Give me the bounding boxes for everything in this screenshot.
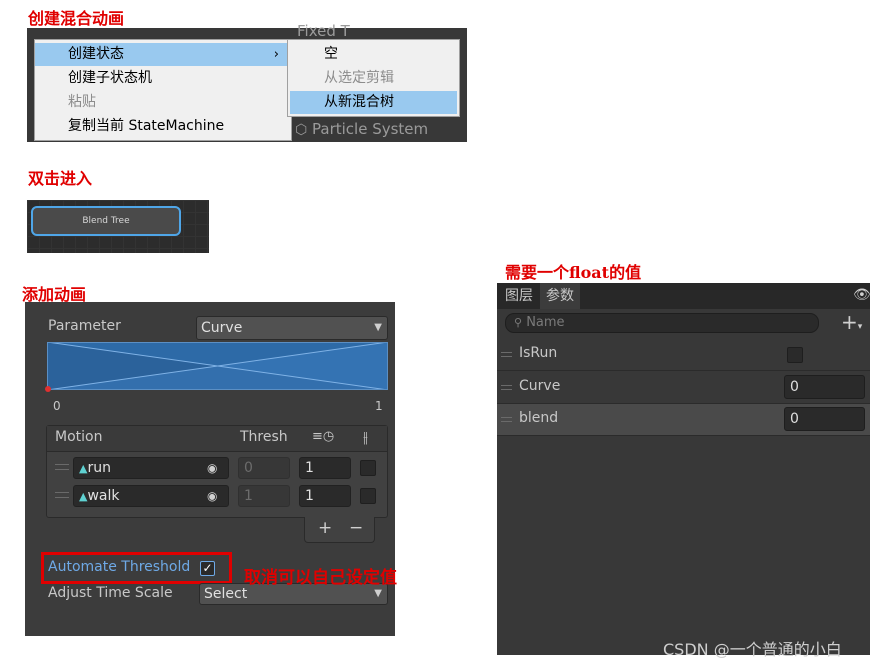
eye-icon[interactable]: 👁 xyxy=(853,287,871,303)
motion-name: run xyxy=(87,460,111,476)
submenu-item-label: 空 xyxy=(324,46,338,62)
parameters-panel: 图层 参数 👁 ⚲ Name +▾ IsRun Curve 0 blend 0 xyxy=(497,283,871,655)
search-icon: ⚲ xyxy=(514,316,523,329)
object-picker-icon[interactable]: ◉ xyxy=(207,489,217,503)
search-input[interactable]: ⚲ Name xyxy=(505,313,819,333)
motion-field[interactable]: ▲run xyxy=(73,457,229,479)
menu-item-copy-state-machine[interactable]: 复制当前 StateMachine xyxy=(35,115,291,138)
menu-item-create-state[interactable]: 创建状态 › xyxy=(35,43,291,66)
submenu-item-from-new-blend-tree[interactable]: 从新混合树 xyxy=(290,91,457,114)
title-create-blend: 创建混合动画 xyxy=(28,9,125,28)
submenu-item-label: 从新混合树 xyxy=(324,94,394,110)
mirror-checkbox[interactable] xyxy=(360,488,376,504)
adjust-time-scale-label: Adjust Time Scale xyxy=(48,585,173,601)
time-scale-field[interactable]: 1 xyxy=(299,485,351,507)
parameter-value: Curve xyxy=(201,320,243,336)
tab-bar: 图层 参数 👁 xyxy=(497,283,871,309)
submenu: 空 从选定剪辑 从新混合树 xyxy=(287,39,460,117)
submenu-item-label: 从选定剪辑 xyxy=(324,70,394,86)
blend-graph xyxy=(47,342,388,390)
parameter-value-field[interactable]: 0 xyxy=(784,375,865,399)
tab-parameters[interactable]: 参数 xyxy=(540,283,580,309)
submenu-item-empty[interactable]: 空 xyxy=(290,43,457,66)
parameter-row-blend[interactable]: blend 0 xyxy=(497,404,870,436)
drag-handle-icon[interactable] xyxy=(501,385,512,390)
time-scale-field[interactable]: 1 xyxy=(299,457,351,479)
mirror-checkbox[interactable] xyxy=(360,460,376,476)
motion-name: walk xyxy=(87,488,120,504)
col-motion: Motion xyxy=(55,429,103,445)
object-picker-icon[interactable]: ◉ xyxy=(207,461,217,475)
note-uncheck: 取消可以自己设定值 xyxy=(244,568,397,588)
parameter-value-field[interactable]: 0 xyxy=(784,407,865,431)
title-double-click: 双击进入 xyxy=(28,169,93,188)
parameter-row-curve[interactable]: Curve 0 xyxy=(497,372,870,404)
threshold-field[interactable]: 1 xyxy=(238,485,290,507)
parameter-name: Curve xyxy=(519,378,561,394)
menu-item-label: 创建子状态机 xyxy=(68,70,152,86)
cube-icon: ⬡ xyxy=(295,122,308,138)
submenu-item-from-selected-clip[interactable]: 从选定剪辑 xyxy=(290,67,457,90)
menu-item-create-substate-machine[interactable]: 创建子状态机 xyxy=(35,67,291,90)
automate-threshold-checkbox[interactable]: ✓ xyxy=(200,561,215,576)
ghost-label-text: Particle System xyxy=(312,120,429,138)
dropdown-arrow-icon: ▼ xyxy=(374,322,382,333)
motion-list: Motion Thresh ≡◷ ⫲ ▲run ◉ 0 1 ▲walk ◉ 1 … xyxy=(46,425,388,518)
menu-item-label: 粘贴 xyxy=(68,94,96,110)
col-thresh: Thresh xyxy=(240,429,288,445)
parameter-bool-checkbox[interactable] xyxy=(787,347,803,363)
time-scale-icon: ≡◷ xyxy=(312,429,335,444)
tab-layers[interactable]: 图层 xyxy=(499,283,539,309)
parameter-name: IsRun xyxy=(519,345,558,361)
motion-list-header: Motion Thresh ≡◷ ⫲ xyxy=(47,426,387,452)
parameter-row-isrun[interactable]: IsRun xyxy=(497,339,870,371)
ghost-label-bottom: ⬡ Particle System xyxy=(295,120,428,138)
parameter-name: blend xyxy=(519,410,559,426)
chevron-right-icon: › xyxy=(273,47,279,62)
ghost-label-top: Fixed T xyxy=(297,22,350,40)
title-need-float: 需要一个float的值 xyxy=(505,263,642,282)
context-menu: 创建状态 › 创建子状态机 粘贴 复制当前 StateMachine xyxy=(34,39,292,141)
menu-item-label: 复制当前 StateMachine xyxy=(68,118,225,134)
automate-threshold-label: Automate Threshold xyxy=(48,559,191,575)
drag-handle-icon[interactable] xyxy=(501,352,512,357)
blend-tree-node[interactable]: Blend Tree xyxy=(31,206,181,236)
adjust-value: Select xyxy=(204,586,248,602)
parameter-label: Parameter xyxy=(48,318,121,334)
motion-row: ▲run ◉ 0 1 xyxy=(47,455,387,483)
axis-max: 1 xyxy=(375,399,383,413)
menu-item-paste[interactable]: 粘贴 xyxy=(35,91,291,114)
add-remove-bar: + − xyxy=(304,517,375,543)
parameter-dropdown[interactable]: Curve ▼ xyxy=(196,316,388,340)
blend-marker[interactable] xyxy=(45,386,51,392)
add-motion-button[interactable]: + xyxy=(318,518,332,538)
watermark: CSDN @一个普通的小白 xyxy=(663,640,842,659)
motion-field[interactable]: ▲walk xyxy=(73,485,229,507)
drag-handle-icon[interactable] xyxy=(55,492,69,498)
motion-row: ▲walk ◉ 1 1 xyxy=(47,483,387,511)
threshold-field[interactable]: 0 xyxy=(238,457,290,479)
blend-graph-svg xyxy=(47,342,388,390)
menu-item-label: 创建状态 xyxy=(68,46,124,62)
drag-handle-icon[interactable] xyxy=(55,464,69,470)
drag-handle-icon[interactable] xyxy=(501,417,512,422)
mirror-icon: ⫲ xyxy=(363,428,368,446)
remove-motion-button[interactable]: − xyxy=(349,518,363,538)
axis-min: 0 xyxy=(53,399,61,413)
add-parameter-button[interactable]: +▾ xyxy=(841,310,862,334)
search-placeholder: Name xyxy=(526,315,565,330)
